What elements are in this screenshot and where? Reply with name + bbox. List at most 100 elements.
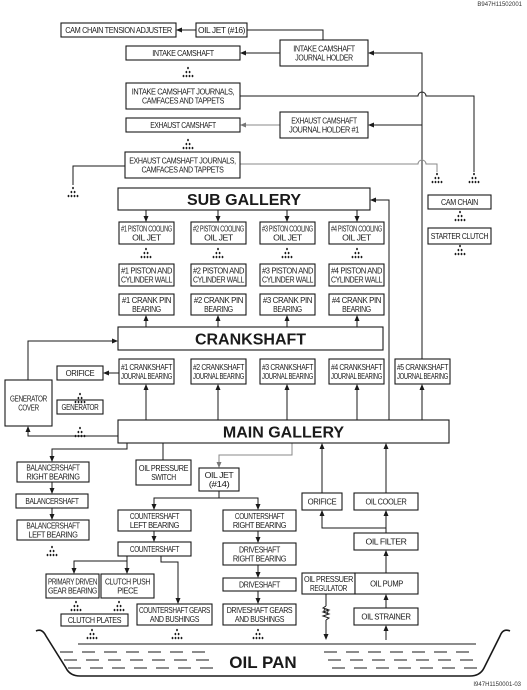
oil-pressure-regulator-label: OIL PRESSUER [304, 575, 354, 584]
flow-arrow [319, 510, 386, 529]
balancershaft-box: BALANCERSHAFT [15, 493, 89, 509]
cam-chain-box: CAM CHAIN [427, 194, 492, 210]
piston-wall-3-box: #3 PISTON ANDCYLINDER WALL [259, 263, 316, 287]
generator-cover-label: GENERATOR [10, 395, 47, 404]
oil-pressure-regulator-label: REGULATOR [310, 584, 347, 593]
oil-drip-icon [86, 628, 98, 640]
cam-chain-label: CAM CHAIN [441, 198, 478, 207]
oil-jet-14-label: OIL JET [205, 471, 234, 480]
piston-jet-2-box: #2 PISTON COOLINGOIL JET [190, 221, 247, 245]
oil-pump-box: OIL PUMP [354, 572, 419, 595]
balancershaft-left-bearing-label: BALANCERSHAFT [26, 522, 80, 531]
starter-clutch-label: STARTER CLUTCH [431, 232, 489, 241]
balancershaft-left-bearing-label: LEFT BEARING [28, 531, 77, 540]
flow-arrow [25, 426, 118, 437]
piston-jet-1-label: #1 PISTON COOLING [121, 225, 172, 234]
clutch-push-piece-label: PIECE [117, 587, 138, 596]
clutch-push-piece-box: CLUTCH PUSHPIECE [100, 573, 155, 599]
piston-wall-4-label: CYLINDER WALL [331, 276, 383, 285]
crank-pin-3-box: #3 CRANK PINBEARING [259, 293, 316, 316]
oil-drip-icon [113, 600, 125, 612]
generator-cover-box: GENERATORCOVER [4, 379, 53, 427]
crank-pin-2-label: BEARING [204, 305, 233, 314]
generator-box: GENERATOR [56, 399, 104, 415]
oil-pressure-switch-label: OIL PRESSURE [139, 464, 188, 473]
clutch-plates-box: CLUTCH PLATES [60, 613, 129, 627]
driveshaft-gears-box: DRIVESHAFT GEARSAND BUSHINGS [222, 603, 297, 626]
piston-wall-4-box: #4 PISTON ANDCYLINDER WALL [328, 263, 385, 287]
intake-camshaft-journal-holder-box: INTAKE CAMSHAFTJOURNAL HOLDER [279, 39, 369, 67]
flow-arrow [219, 497, 261, 510]
journal-3-box: #3 CRANKSHAFTJOURNAL BEARING [259, 358, 316, 385]
oil-jet-14-box: OIL JET(#14) [198, 467, 240, 492]
journal-2-label: #2 CRANKSHAFT [193, 363, 244, 372]
oil-drip-icon [252, 628, 264, 640]
countershaft-right-bearing-label: RIGHT BEARING [233, 521, 286, 530]
sub-gallery-label: SUB GALLERY [187, 192, 301, 209]
piston-jet-3-label: #3 PISTON COOLING [262, 225, 313, 234]
oil-filter-label: OIL FILTER [366, 538, 408, 547]
main-gallery-label: MAIN GALLERY [223, 425, 345, 442]
oil-drip-icon [140, 247, 152, 259]
crank-pin-1-box: #1 CRANK PINBEARING [118, 293, 175, 316]
flow-arrow [240, 159, 438, 172]
piston-jet-1-box: #1 PISTON COOLINGOIL JET [118, 221, 175, 245]
crankshaft-label: CRANKSHAFT [195, 332, 306, 349]
oil-drip-icon [351, 247, 363, 259]
oil-pan-label: OIL PAN [229, 653, 296, 672]
exhaust-camshaft-journals-label: CAMFACES AND TAPPETS [142, 166, 224, 175]
crank-pin-3-label: #3 CRANK PIN [263, 296, 313, 305]
countershaft-gears-box: COUNTERSHAFT GEARSAND BUSHINGS [136, 603, 213, 626]
countershaft-gears-label: COUNTERSHAFT GEARS [139, 606, 210, 615]
oil-drip-icon [182, 66, 194, 78]
balancershaft-left-bearing-box: BALANCERSHAFTLEFT BEARING [16, 519, 90, 541]
oil-drip-icon [182, 138, 194, 150]
journal-1-label: JOURNAL BEARING [121, 372, 172, 381]
piston-wall-1-label: CYLINDER WALL [121, 276, 173, 285]
journal-4-label: #4 CRANKSHAFT [331, 363, 382, 372]
exhaust-camshaft-journal-holder-box: EXHAUST CAMSHAFTJOURNAL HOLDER #1 [279, 111, 369, 139]
countershaft-right-bearing-box: COUNTERSHAFTRIGHT BEARING [222, 509, 297, 532]
intake-camshaft-journal-holder-label: INTAKE CAMSHAFT [293, 45, 355, 54]
journal-1-box: #1 CRANKSHAFTJOURNAL BEARING [118, 358, 175, 385]
cam-chain-tension-adjuster-label: CAM CHAIN TENSION ADJUSTER [65, 26, 172, 35]
clutch-push-piece-label: CLUTCH PUSH [105, 578, 151, 587]
crank-pin-1-label: #1 CRANK PIN [122, 296, 172, 305]
countershaft-label: COUNTERSHAFT [130, 545, 180, 554]
piston-jet-2-label: #2 PISTON COOLING [193, 225, 244, 234]
countershaft-left-bearing-label: LEFT BEARING [130, 521, 179, 530]
intake-camshaft-box: INTAKE CAMSHAFT [125, 45, 241, 61]
driveshaft-right-bearing-label: RIGHT BEARING [233, 555, 286, 564]
journal-2-box: #2 CRANKSHAFTJOURNAL BEARING [190, 358, 247, 385]
countershaft-left-bearing-label: COUNTERSHAFT [130, 512, 180, 521]
journal-5-box: #5 CRANKSHAFTJOURNAL BEARING [394, 358, 451, 385]
crank-pin-4-label: #4 CRANK PIN [332, 296, 382, 305]
countershaft-box: COUNTERSHAFT [117, 541, 192, 557]
piston-jet-4-box: #4 PISTON COOLINGOIL JET [328, 221, 385, 245]
piston-wall-2-label: #2 PISTON AND [193, 267, 245, 276]
oil-strainer-label: OIL STRAINER [361, 613, 411, 622]
piston-jet-4-label: #4 PISTON COOLING [331, 225, 382, 234]
driveshaft-gears-label: AND BUSHINGS [235, 615, 284, 624]
oil-strainer-box: OIL STRAINER [353, 607, 419, 626]
intake-camshaft-journal-holder-label: JOURNAL HOLDER [295, 54, 353, 63]
oil-drip-icon [171, 628, 183, 640]
oil-jet-14-label: (#14) [209, 480, 230, 489]
journal-5-label: #5 CRANKSHAFT [397, 363, 448, 372]
countershaft-right-bearing-label: COUNTERSHAFT [235, 512, 285, 521]
intake-camshaft-label: INTAKE CAMSHAFT [152, 49, 214, 58]
piston-jet-4-label: OIL JET [342, 234, 371, 243]
oil-circulation-diagram: B947H11502001 I947H1150001-03 OIL PAN CA… [4, 2, 523, 688]
oil-drip-icon [281, 247, 293, 259]
oil-cooler-box: OIL COOLER [353, 492, 419, 511]
oil-drip-icon [454, 244, 466, 256]
orifice-upper-label: ORIFICE [66, 369, 95, 378]
crank-pin-4-box: #4 CRANK PINBEARING [328, 293, 385, 316]
oil-drip-icon [468, 172, 480, 184]
generator-label: GENERATOR [62, 403, 99, 412]
flow-arrow [160, 556, 181, 604]
piston-wall-2-box: #2 PISTON ANDCYLINDER WALL [190, 263, 247, 287]
crank-pin-2-label: #2 CRANK PIN [194, 296, 244, 305]
crank-pin-2-box: #2 CRANK PINBEARING [190, 293, 247, 316]
clutch-plates-label: CLUTCH PLATES [68, 616, 121, 625]
